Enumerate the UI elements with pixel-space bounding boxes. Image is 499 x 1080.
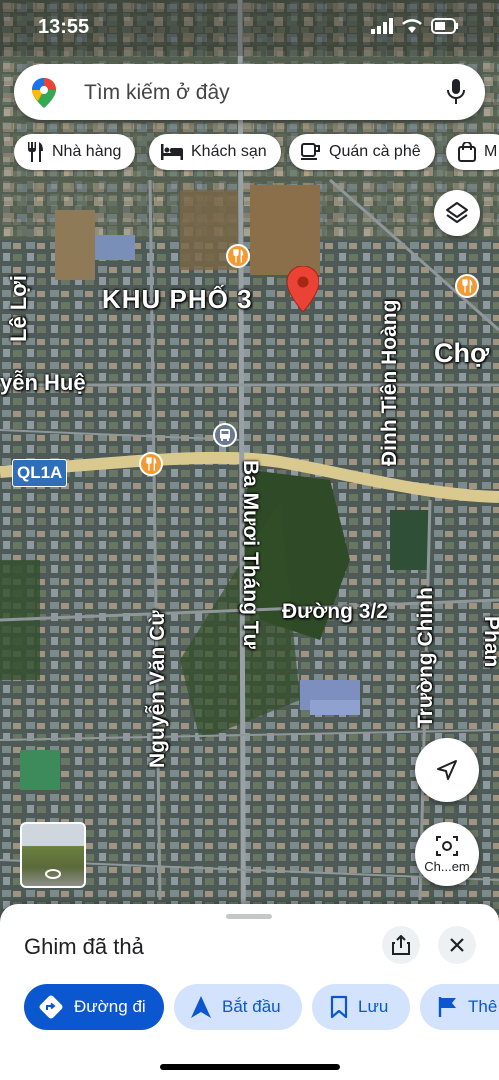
- add-label-button[interactable]: Thê: [420, 984, 499, 1030]
- status-time: 13:55: [38, 16, 90, 38]
- close-button[interactable]: [438, 926, 476, 964]
- save-label: Lưu: [358, 997, 389, 1016]
- start-button[interactable]: Bắt đầu: [174, 984, 302, 1030]
- chip-label: Quán cà phê: [329, 143, 421, 160]
- street-view-button[interactable]: Ch...em: [415, 822, 479, 886]
- directions-button[interactable]: Đường đi: [24, 984, 164, 1030]
- restaurant-poi[interactable]: [139, 452, 163, 476]
- status-icons: [371, 18, 459, 34]
- bookmark-icon: [330, 995, 348, 1019]
- home-indicator[interactable]: [160, 1064, 340, 1070]
- street-view-thumbnail[interactable]: [20, 822, 86, 888]
- directions-label: Đường đi: [74, 997, 146, 1016]
- microphone-icon[interactable]: [447, 79, 465, 105]
- chip-label: M: [484, 143, 498, 160]
- hotel-icon: [161, 144, 183, 160]
- street-label-dinh-tien-hoang: Đinh Tiên Hoàng: [378, 299, 401, 466]
- bus-icon: [220, 429, 230, 441]
- dropped-pin-icon[interactable]: [287, 266, 319, 312]
- sheet-drag-handle[interactable]: [226, 914, 272, 919]
- wifi-icon: [402, 19, 422, 33]
- chip-label: Khách sạn: [191, 143, 267, 160]
- my-location-button[interactable]: [415, 738, 479, 802]
- navigation-arrow-icon: [191, 996, 211, 1018]
- street-label-nguyen-hue: yễn Huệ: [0, 370, 86, 395]
- flag-icon: [438, 997, 456, 1017]
- street-label-truong-chinh: Trường Chinh: [414, 587, 437, 728]
- street-label-ba-muoi-thang-tu: Ba Mươi Tháng Tư: [239, 460, 262, 649]
- layers-button[interactable]: [434, 190, 480, 236]
- directions-icon: [39, 995, 63, 1019]
- highway-badge: QL1A: [12, 459, 68, 487]
- status-bar: 13:55: [0, 0, 499, 56]
- share-button[interactable]: [382, 926, 420, 964]
- share-icon: [392, 935, 410, 955]
- restaurant-icon: [146, 457, 157, 471]
- sheet-title: Ghim đã thả: [24, 934, 144, 959]
- chip-coffee[interactable]: Quán cà phê: [289, 134, 435, 170]
- restaurant-icon: [233, 249, 244, 263]
- restaurant-icon: [462, 279, 473, 293]
- coffee-icon: [301, 143, 320, 160]
- navigation-arrow-icon: [437, 760, 457, 780]
- chip-hotels[interactable]: Khách sạn: [149, 134, 281, 170]
- restaurant-icon: [28, 142, 43, 162]
- save-button[interactable]: Lưu: [312, 984, 410, 1030]
- street-label-le-loi: Lê Lợi: [6, 275, 31, 342]
- signal-icon: [371, 18, 393, 34]
- chip-shopping[interactable]: M: [446, 134, 499, 170]
- street-label-nguyen-van-cu: Nguyễn Văn Cừ: [146, 610, 169, 768]
- restaurant-poi[interactable]: [455, 274, 479, 298]
- add-label-label: Thê: [468, 997, 498, 1016]
- bottom-sheet: Ghim đã thả Đường đi Bắt đầu Lưu Thê: [0, 904, 499, 1080]
- start-label: Bắt đầu: [222, 997, 281, 1016]
- google-maps-pin-icon: [32, 78, 56, 108]
- battery-icon: [431, 18, 458, 34]
- area-label: KHU PHỐ 3: [102, 284, 253, 314]
- market-label: Chợ: [434, 338, 490, 368]
- chip-label: Nhà hàng: [52, 143, 122, 160]
- street-view-label: Ch...em: [424, 858, 470, 874]
- shopping-bag-icon: [458, 142, 476, 162]
- layers-icon: [446, 202, 468, 223]
- street-label-phan: Phan: [480, 616, 499, 668]
- category-chips: Nhà hàng Khách sạn Quán cà phê M: [14, 134, 499, 172]
- street-view-rotate-icon: [45, 869, 61, 879]
- chip-restaurants[interactable]: Nhà hàng: [14, 134, 136, 170]
- bus-stop-poi[interactable]: [213, 423, 237, 447]
- camera-icon: [436, 835, 458, 856]
- close-icon: [450, 938, 464, 952]
- search-input[interactable]: Tìm kiếm ở đây: [84, 81, 230, 105]
- restaurant-poi[interactable]: [226, 244, 250, 268]
- street-label-duong-3-2: Đường 3/2: [282, 600, 388, 623]
- search-bar[interactable]: Tìm kiếm ở đây: [14, 64, 485, 120]
